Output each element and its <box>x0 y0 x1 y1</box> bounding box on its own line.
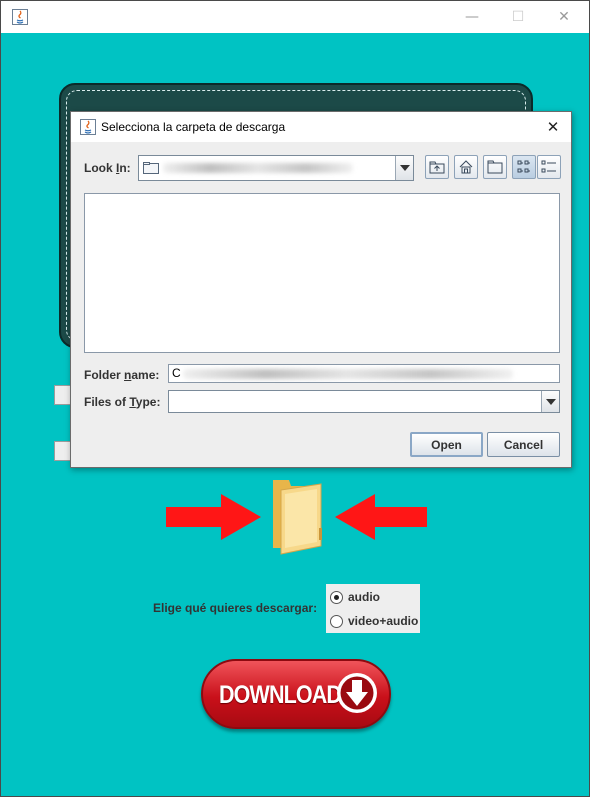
dialog-title: Selecciona la carpeta de descarga <box>101 120 286 134</box>
new-folder-button[interactable] <box>483 155 507 179</box>
folder-icon[interactable] <box>267 476 327 556</box>
folder-name-redacted <box>183 369 513 379</box>
main-window: — ☐ ✕ Elige qué quieres descargar: audio <box>0 0 590 797</box>
left-arrow-icon <box>335 494 427 540</box>
folder-name-value: C <box>172 366 181 380</box>
home-button[interactable] <box>454 155 478 179</box>
file-list[interactable] <box>84 193 560 353</box>
details-view-button[interactable] <box>537 155 561 179</box>
download-button-label: DOWNLOAD <box>219 681 342 709</box>
radio-audio-circle[interactable] <box>330 590 343 604</box>
minimize-button[interactable]: — <box>449 1 495 33</box>
cancel-button[interactable]: Cancel <box>487 432 560 457</box>
list-view-button[interactable] <box>512 155 536 179</box>
radio-video-audio-circle[interactable] <box>330 614 343 628</box>
details-view-icon <box>541 160 556 173</box>
dialog-java-icon <box>80 119 96 135</box>
download-type-label: Elige qué quieres descargar: <box>153 601 318 615</box>
look-in-dropdown-arrow[interactable] <box>395 156 413 180</box>
look-in-label: Look In: <box>84 161 131 175</box>
java-icon <box>12 9 28 25</box>
download-arrow-icon <box>337 673 377 713</box>
dialog-titlebar: Selecciona la carpeta de descarga ✕ <box>71 112 571 142</box>
home-icon <box>459 160 473 174</box>
look-in-combo[interactable] <box>138 155 414 181</box>
radio-audio[interactable]: audio <box>330 588 380 606</box>
new-folder-icon <box>487 160 503 174</box>
download-button[interactable]: DOWNLOAD <box>201 659 391 729</box>
dialog-close-button[interactable]: ✕ <box>541 116 565 138</box>
up-folder-button[interactable] <box>425 155 449 179</box>
file-chooser-dialog: Selecciona la carpeta de descarga ✕ Look… <box>70 111 572 468</box>
close-button[interactable]: ✕ <box>541 1 587 33</box>
radio-video-audio-label: video+audio <box>348 614 419 628</box>
list-view-icon <box>517 160 530 173</box>
folder-name-input[interactable]: C <box>168 364 560 383</box>
drive-icon <box>143 162 159 174</box>
right-arrow-icon <box>166 494 261 540</box>
folder-name-label: Folder name: <box>84 368 160 382</box>
maximize-button[interactable]: ☐ <box>495 1 541 33</box>
look-in-path-redacted <box>163 163 353 173</box>
files-of-type-combo[interactable] <box>168 390 560 413</box>
radio-audio-label: audio <box>348 590 380 604</box>
open-button[interactable]: Open <box>410 432 483 457</box>
up-folder-icon <box>429 161 445 174</box>
radio-video-audio[interactable]: video+audio <box>330 612 418 630</box>
main-titlebar: — ☐ ✕ <box>1 1 589 33</box>
download-type-group: audio video+audio <box>326 584 420 633</box>
files-of-type-dropdown-arrow[interactable] <box>541 391 559 412</box>
files-of-type-label: Files of Type: <box>84 395 161 409</box>
